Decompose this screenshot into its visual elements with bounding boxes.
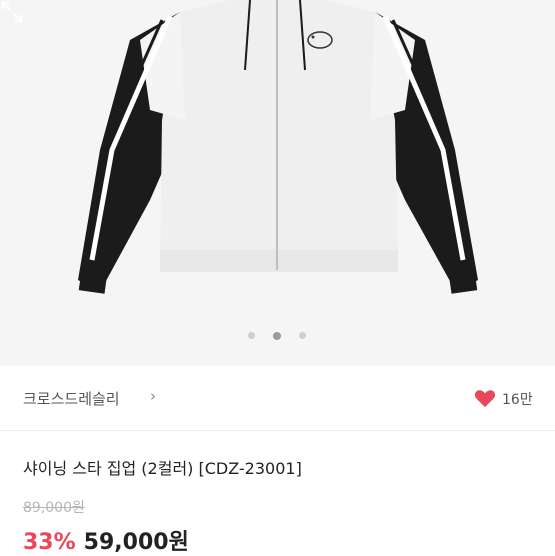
price-row: 33% 59,000원: [23, 524, 189, 556]
chevron-right-icon: ›: [150, 387, 156, 405]
product-image-carousel[interactable]: [0, 0, 555, 366]
heart-icon[interactable]: [474, 388, 496, 408]
carousel-dot[interactable]: [248, 332, 255, 339]
shop-row[interactable]: 크로스드레슬리 › 16만: [0, 366, 555, 431]
like-count: 16만: [502, 392, 533, 408]
discount-rate: 33%: [23, 530, 76, 555]
expand-icon[interactable]: [0, 0, 24, 24]
product-title: 샤이닝 스타 집업 (2컬러) [CDZ-23001]: [23, 459, 302, 478]
shop-name[interactable]: 크로스드레슬리: [23, 388, 120, 409]
sale-price: 59,000원: [83, 530, 189, 555]
product-image: [78, 0, 478, 294]
carousel-dot-active[interactable]: [273, 332, 281, 340]
original-price: 89,000원: [23, 500, 85, 516]
carousel-dot[interactable]: [299, 332, 306, 339]
carousel-indicator: [0, 332, 555, 342]
